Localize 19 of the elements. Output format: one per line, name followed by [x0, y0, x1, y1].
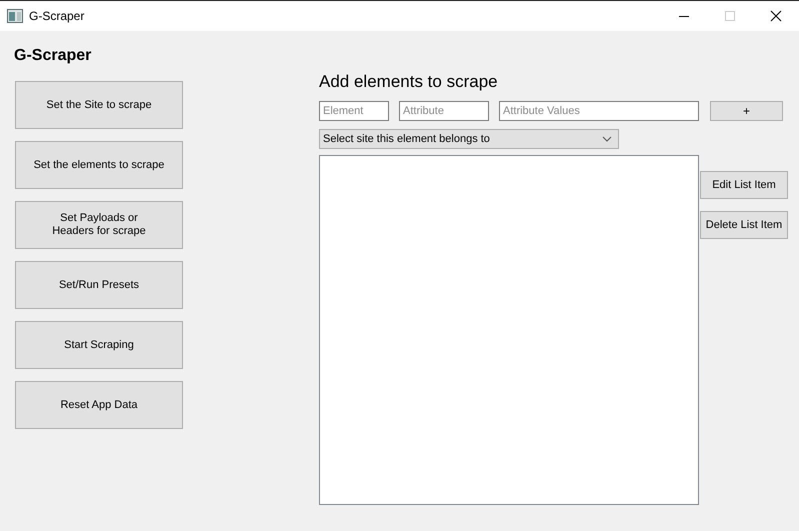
window-title: G-Scraper	[29, 9, 84, 23]
site-dropdown[interactable]: Select site this element belongs to	[319, 129, 619, 149]
nav-button[interactable]: Start Scraping	[15, 321, 183, 369]
input-field[interactable]: Attribute Values	[499, 101, 699, 121]
input-field[interactable]: Element	[319, 101, 389, 121]
app-title: G-Scraper	[14, 47, 92, 66]
close-icon[interactable]	[770, 10, 782, 22]
app-icon	[7, 9, 23, 23]
input-field[interactable]: Attribute	[399, 101, 489, 121]
add-button[interactable]: +	[710, 101, 783, 121]
list-item-button[interactable]: Delete List Item	[700, 211, 788, 239]
list-item-button[interactable]: Edit List Item	[700, 171, 788, 199]
panel-title: Add elements to scrape	[319, 72, 499, 93]
chevron-icon	[602, 136, 612, 142]
nav-button[interactable]: Set the elements to scrape	[15, 141, 183, 189]
nav-button[interactable]: Set Payloads or Headers for scrape	[15, 201, 183, 249]
nav-button[interactable]: Reset App Data	[15, 381, 183, 429]
nav-button[interactable]: Set/Run Presets	[15, 261, 183, 309]
nav-button[interactable]: Set the Site to scrape	[15, 81, 183, 129]
